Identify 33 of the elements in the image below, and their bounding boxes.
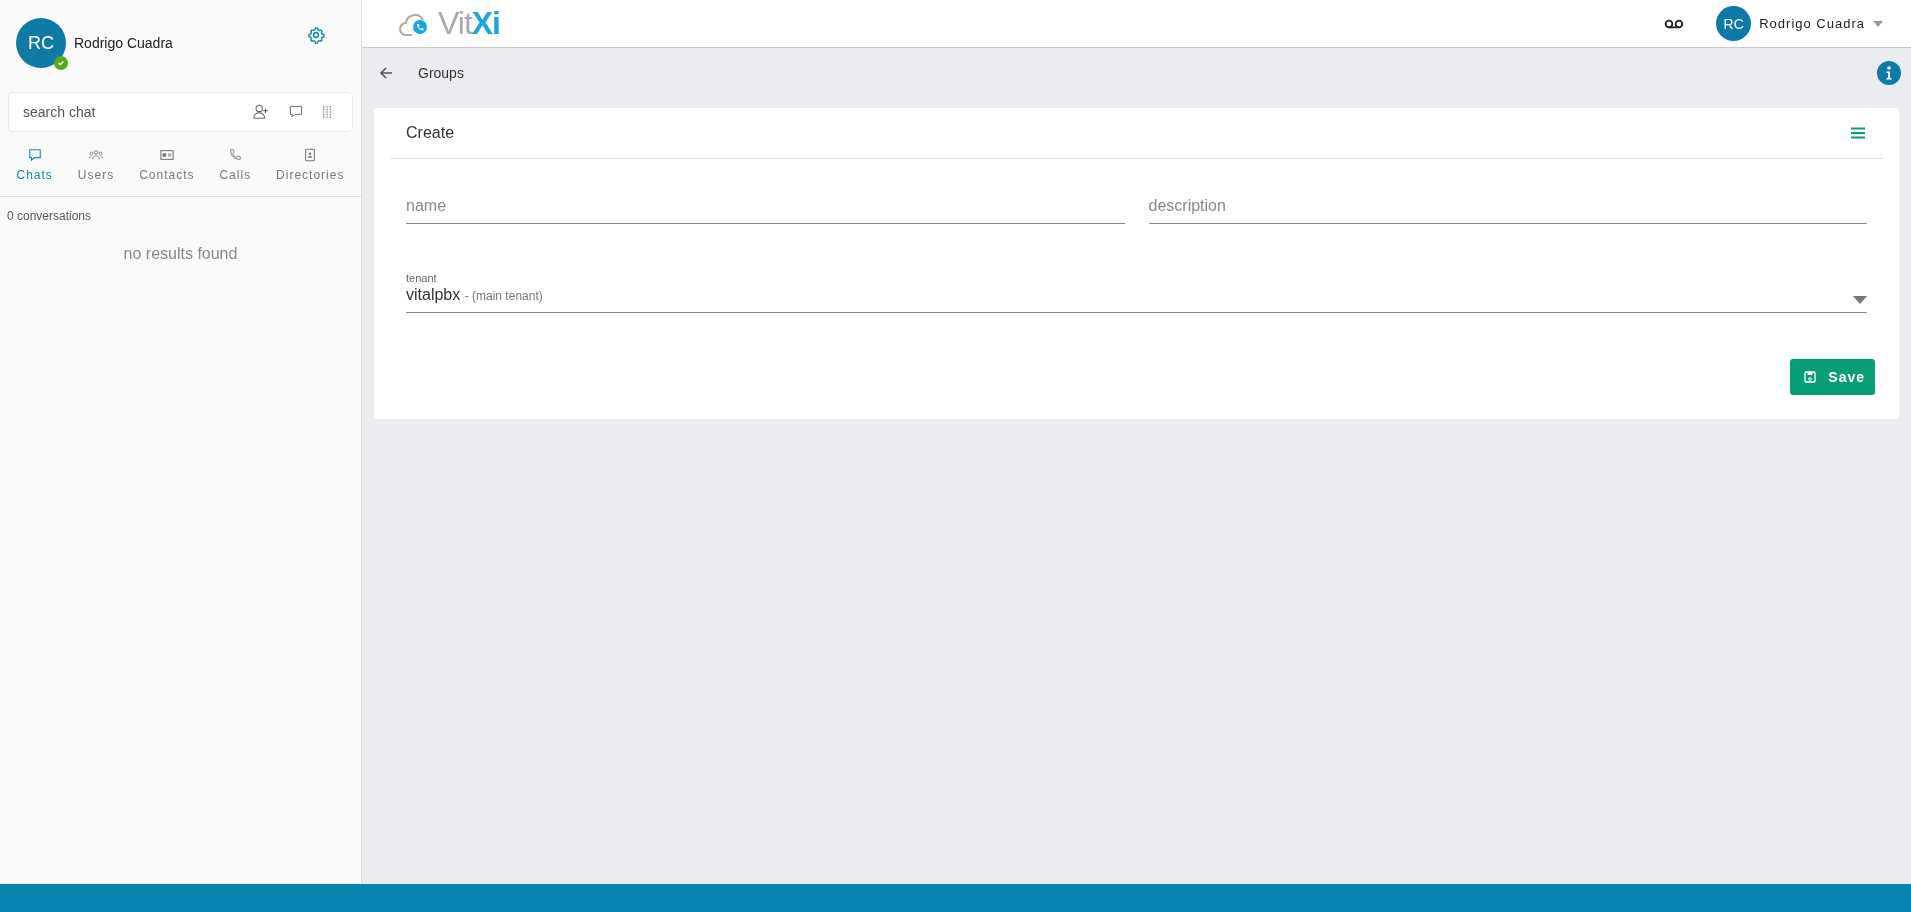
nav-tab[interactable]: Contacts xyxy=(135,146,199,184)
settings-icon[interactable] xyxy=(307,26,325,44)
page-title: Groups xyxy=(418,65,465,81)
tenant-select[interactable]: tenant vitalpbx - (main tenant) xyxy=(406,272,1867,313)
chat-icon xyxy=(27,148,42,162)
menu-icon[interactable] xyxy=(1851,127,1865,139)
nav-tab[interactable]: Chats xyxy=(12,146,57,184)
address-book-icon xyxy=(303,148,318,162)
logo-text: VitXi xyxy=(438,5,500,42)
empty-message: no results found xyxy=(122,245,239,263)
info-icon[interactable] xyxy=(1877,61,1901,85)
caret-icon[interactable] xyxy=(1873,20,1883,27)
dialpad-icon[interactable] xyxy=(322,105,332,119)
user-name: Rodrigo Cuadra xyxy=(74,35,174,51)
search-field[interactable]: search chat xyxy=(21,103,234,121)
users-icon xyxy=(89,148,103,162)
search-bar[interactable]: search chat xyxy=(8,92,353,132)
user-avatar: RC xyxy=(16,18,66,68)
user-avatar[interactable]: RC xyxy=(1716,6,1752,41)
conversation-count: 0 conversations xyxy=(6,208,93,223)
phone-icon xyxy=(228,148,243,162)
back-arrow-icon[interactable] xyxy=(378,65,394,81)
nav-tab[interactable]: Directories xyxy=(272,146,349,184)
dropdown-caret-icon[interactable] xyxy=(1853,296,1867,304)
card-title: Create xyxy=(406,124,455,142)
nav-tab[interactable]: Users xyxy=(73,146,119,184)
user-menu[interactable]: Rodrigo Cuadra xyxy=(1759,16,1865,31)
voicemail-icon[interactable] xyxy=(1664,18,1685,29)
contact-card-icon xyxy=(159,148,174,162)
save-button[interactable]: Save xyxy=(1790,359,1875,395)
add-user-icon[interactable] xyxy=(252,103,270,121)
nav-tab[interactable]: Calls xyxy=(215,146,256,184)
chat-icon[interactable] xyxy=(288,104,304,120)
